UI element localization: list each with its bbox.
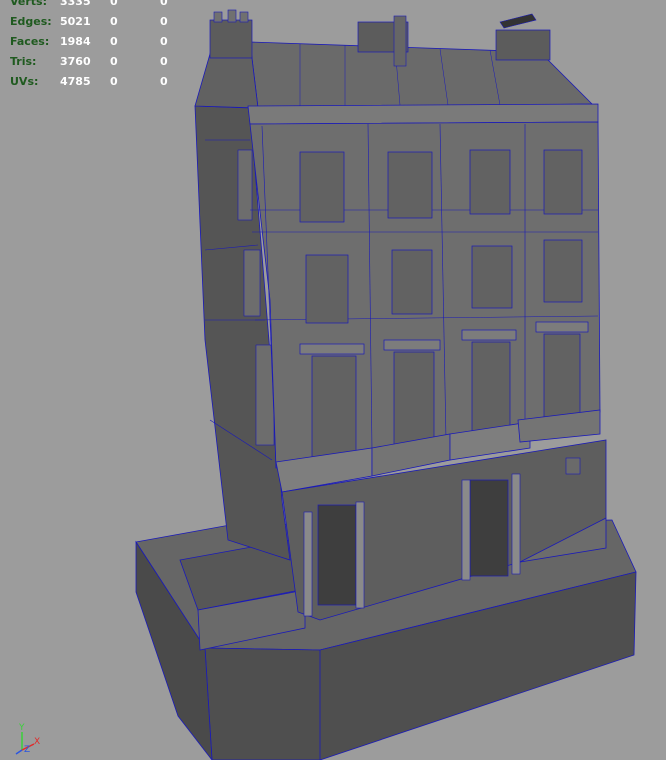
doorway — [317, 504, 357, 606]
side-window — [243, 249, 261, 317]
chimney-left — [209, 9, 253, 59]
window — [471, 245, 513, 309]
hud-components: 0 — [160, 75, 168, 88]
poly-count-hud: Verts: 3335 0 0 Edges: 5021 0 0 Faces: 1… — [10, 0, 168, 92]
window-pediment — [383, 339, 441, 351]
hud-selected: 0 — [110, 55, 118, 68]
doorway — [469, 479, 509, 577]
hud-row-faces: Faces: 1984 0 0 — [10, 32, 168, 52]
column — [461, 479, 471, 581]
cornice — [247, 103, 599, 125]
wall-plaque — [565, 457, 581, 475]
window — [543, 149, 583, 215]
hud-label: UVs: — [10, 75, 39, 88]
window — [305, 254, 349, 324]
window — [543, 239, 583, 303]
hud-selected: 0 — [110, 15, 118, 28]
window — [471, 341, 511, 437]
hud-row-verts: Verts: 3335 0 0 — [10, 0, 168, 12]
column — [355, 501, 365, 609]
hud-total: 4785 — [60, 75, 91, 88]
window-pediment — [461, 329, 517, 341]
hud-label: Verts: — [10, 0, 48, 8]
hud-row-edges: Edges: 5021 0 0 — [10, 12, 168, 32]
hud-components: 0 — [160, 0, 168, 8]
hud-total: 5021 — [60, 15, 91, 28]
window-pediment — [535, 321, 589, 333]
hud-total: 3760 — [60, 55, 91, 68]
window — [299, 151, 345, 223]
3d-viewport[interactable]: Verts: 3335 0 0 Edges: 5021 0 0 Faces: 1… — [0, 0, 666, 760]
axis-y-label: Y — [18, 723, 25, 733]
hud-label: Tris: — [10, 55, 37, 68]
column — [303, 511, 313, 617]
window — [311, 355, 357, 461]
hud-components: 0 — [160, 35, 168, 48]
window — [543, 333, 581, 421]
chimney-right — [495, 13, 551, 61]
hud-selected: 0 — [110, 35, 118, 48]
window — [469, 149, 511, 215]
hud-row-tris: Tris: 3760 0 0 — [10, 52, 168, 72]
hud-label: Edges: — [10, 15, 52, 28]
axis-z-label: Z — [24, 745, 30, 755]
hud-row-uvs: UVs: 4785 0 0 — [10, 72, 168, 92]
hud-total: 1984 — [60, 35, 91, 48]
hud-selected: 0 — [110, 75, 118, 88]
side-window — [237, 149, 253, 221]
hud-components: 0 — [160, 55, 168, 68]
window-pediment — [299, 343, 365, 355]
hud-total: 3335 — [60, 0, 91, 8]
hud-components: 0 — [160, 15, 168, 28]
building-wireframe-model[interactable] — [0, 0, 666, 760]
window — [387, 151, 433, 219]
hud-selected: 0 — [110, 0, 118, 8]
window — [393, 351, 435, 449]
column — [511, 473, 521, 575]
axis-x-label: X — [34, 737, 40, 747]
window — [391, 249, 433, 315]
axis-gizmo-icon: Y X Z — [15, 723, 40, 755]
hud-label: Faces: — [10, 35, 50, 48]
